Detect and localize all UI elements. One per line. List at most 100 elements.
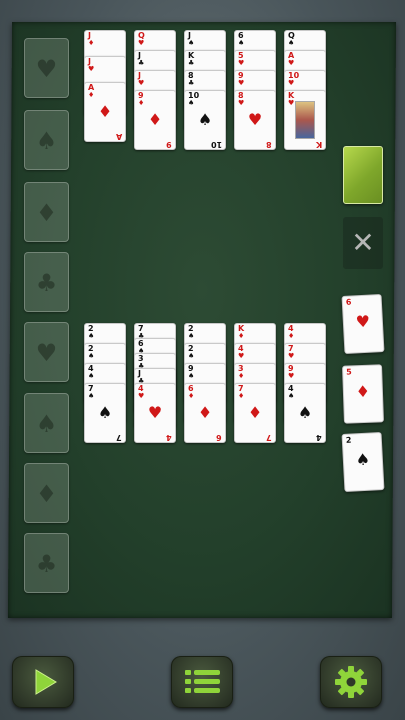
discard-slot[interactable]: ✕ [343,217,383,269]
foundation-slot-clubs[interactable]: ♣ [24,533,69,593]
playing-card[interactable]: 9 ♦ ♦ 9 [134,90,176,150]
playing-card[interactable]: 4 ♠ ♠ 4 [284,383,326,443]
settings-button[interactable] [320,656,382,708]
card-rank-bottom: 7 [266,433,272,442]
card-suit-icon: ♥ [288,99,295,107]
card-suit-icon: ♥ [238,99,245,107]
menu-button[interactable] [171,656,233,708]
card-suit-icon: ♣ [188,79,195,87]
spades-icon: ♠ [35,410,58,438]
card-suit-icon: ♠ [288,39,295,47]
foundation-slot-spades[interactable]: ♠ [24,110,69,170]
card-center-suit-icon: ♦ [147,110,163,129]
hearts-icon: ♥ [35,55,58,83]
card-suit-icon: ♦ [238,392,245,400]
card-rank-bottom: 6 [216,433,222,442]
play-button[interactable] [12,656,74,708]
card-suit-icon: ♦ [88,91,95,99]
card-suit-icon: ♥ [238,59,245,67]
clubs-icon: ♣ [35,269,58,297]
reserve-card[interactable]: 5 ♦ [342,364,384,424]
card-center-suit-icon: ♦ [247,403,263,422]
clubs-icon: ♣ [35,550,58,578]
card-suit-icon: ♠ [188,332,195,340]
card-suit-icon: ♠ [88,372,95,380]
playing-card[interactable]: 4 ♥ ♥ 4 [134,383,176,443]
foundation-slot-spades[interactable]: ♠ [24,393,69,453]
foundation-slot-hearts[interactable]: ♥ [24,322,69,382]
card-suit-icon: ♦ [288,332,295,340]
playing-card[interactable]: 6 ♦ ♦ 6 [184,383,226,443]
card-suit-icon: ♠ [188,39,195,47]
card-suit-icon: ♥ [288,372,295,380]
card-center-suit-icon: ♠ [197,110,213,129]
card-suit-icon: ♥ [138,39,145,47]
card-suit-icon: ♠ [188,352,195,360]
card-rank-bottom: 8 [266,140,272,149]
playing-card[interactable]: 10 ♠ ♠ 10 [184,90,226,150]
card-suit-icon: ♦ [238,372,245,380]
card-rank-bottom: 7 [116,433,122,442]
diamonds-icon: ♦ [35,480,58,508]
close-icon: ✕ [351,226,375,259]
card-suit-icon: ♠ [288,392,295,400]
card-center-suit-icon: ♠ [97,403,113,422]
card-rank-bottom: A [115,132,122,141]
playing-card[interactable]: A ♦ ♦ A [84,82,126,142]
stock-pile[interactable] [343,146,383,204]
card-center-suit-icon: ♠ [297,403,313,422]
card-suit-icon: ♦ [188,392,195,400]
foundation-slot-diamonds[interactable]: ♦ [24,182,69,242]
card-suit-icon: ♠ [88,352,95,360]
card-suit-icon: ♠ [238,39,245,47]
card-suit-icon: ♣ [138,59,145,67]
spades-icon: ♠ [35,127,58,155]
card-suit-icon: ♦ [138,99,145,107]
card-center-suit-icon: ♠ [355,449,371,470]
card-suit-icon: ♠ [88,392,95,400]
menu-icon [185,670,220,693]
card-rank-bottom: 4 [316,433,322,442]
card-center-suit-icon: ♦ [197,403,213,422]
card-suit-icon: ♥ [238,352,245,360]
card-rank: 6 [345,297,352,307]
card-suit-icon: ♣ [188,59,195,67]
card-suit-icon: ♥ [288,79,295,87]
playing-card[interactable]: K ♥ K [284,90,326,150]
card-suit-icon: ♥ [288,59,295,67]
card-suit-icon: ♥ [138,392,145,400]
card-suit-icon: ♥ [288,352,295,360]
card-suit-icon: ♠ [188,372,195,380]
playing-card[interactable]: 8 ♥ ♥ 8 [234,90,276,150]
foundation-slot-clubs[interactable]: ♣ [24,252,69,312]
reserve-card[interactable]: 2 ♠ [341,431,385,493]
foundation-slot-hearts[interactable]: ♥ [24,38,69,98]
card-suit-icon: ♦ [88,39,95,47]
card-center-suit-icon: ♦ [97,102,113,121]
card-suit-icon: ♠ [188,99,195,107]
gear-icon [335,666,367,698]
card-rank-bottom: 9 [166,140,172,149]
card-rank: 2 [345,435,352,445]
hearts-icon: ♥ [35,339,58,367]
diamonds-icon: ♦ [35,199,58,227]
card-rank-bottom: K [315,140,322,149]
playing-card[interactable]: 7 ♦ ♦ 7 [234,383,276,443]
card-suit-icon: ♥ [238,79,245,87]
face-card-art [295,101,315,139]
card-center-suit-icon: ♥ [147,403,163,422]
card-suit-icon: ♠ [88,332,95,340]
play-icon [35,669,57,695]
card-center-suit-icon: ♥ [355,311,371,332]
card-rank-bottom: 4 [166,433,172,442]
reserve-card[interactable]: 6 ♥ [341,293,385,355]
card-center-suit-icon: ♦ [355,381,371,402]
card-suit-icon: ♦ [238,332,245,340]
card-suit-icon: ♥ [88,65,95,73]
card-rank-bottom: 10 [210,140,222,149]
foundation-slot-diamonds[interactable]: ♦ [24,463,69,523]
card-rank: 5 [346,367,352,377]
card-center-suit-icon: ♥ [247,110,263,129]
playing-card[interactable]: 7 ♠ ♠ 7 [84,383,126,443]
card-suit-icon: ♥ [138,79,145,87]
